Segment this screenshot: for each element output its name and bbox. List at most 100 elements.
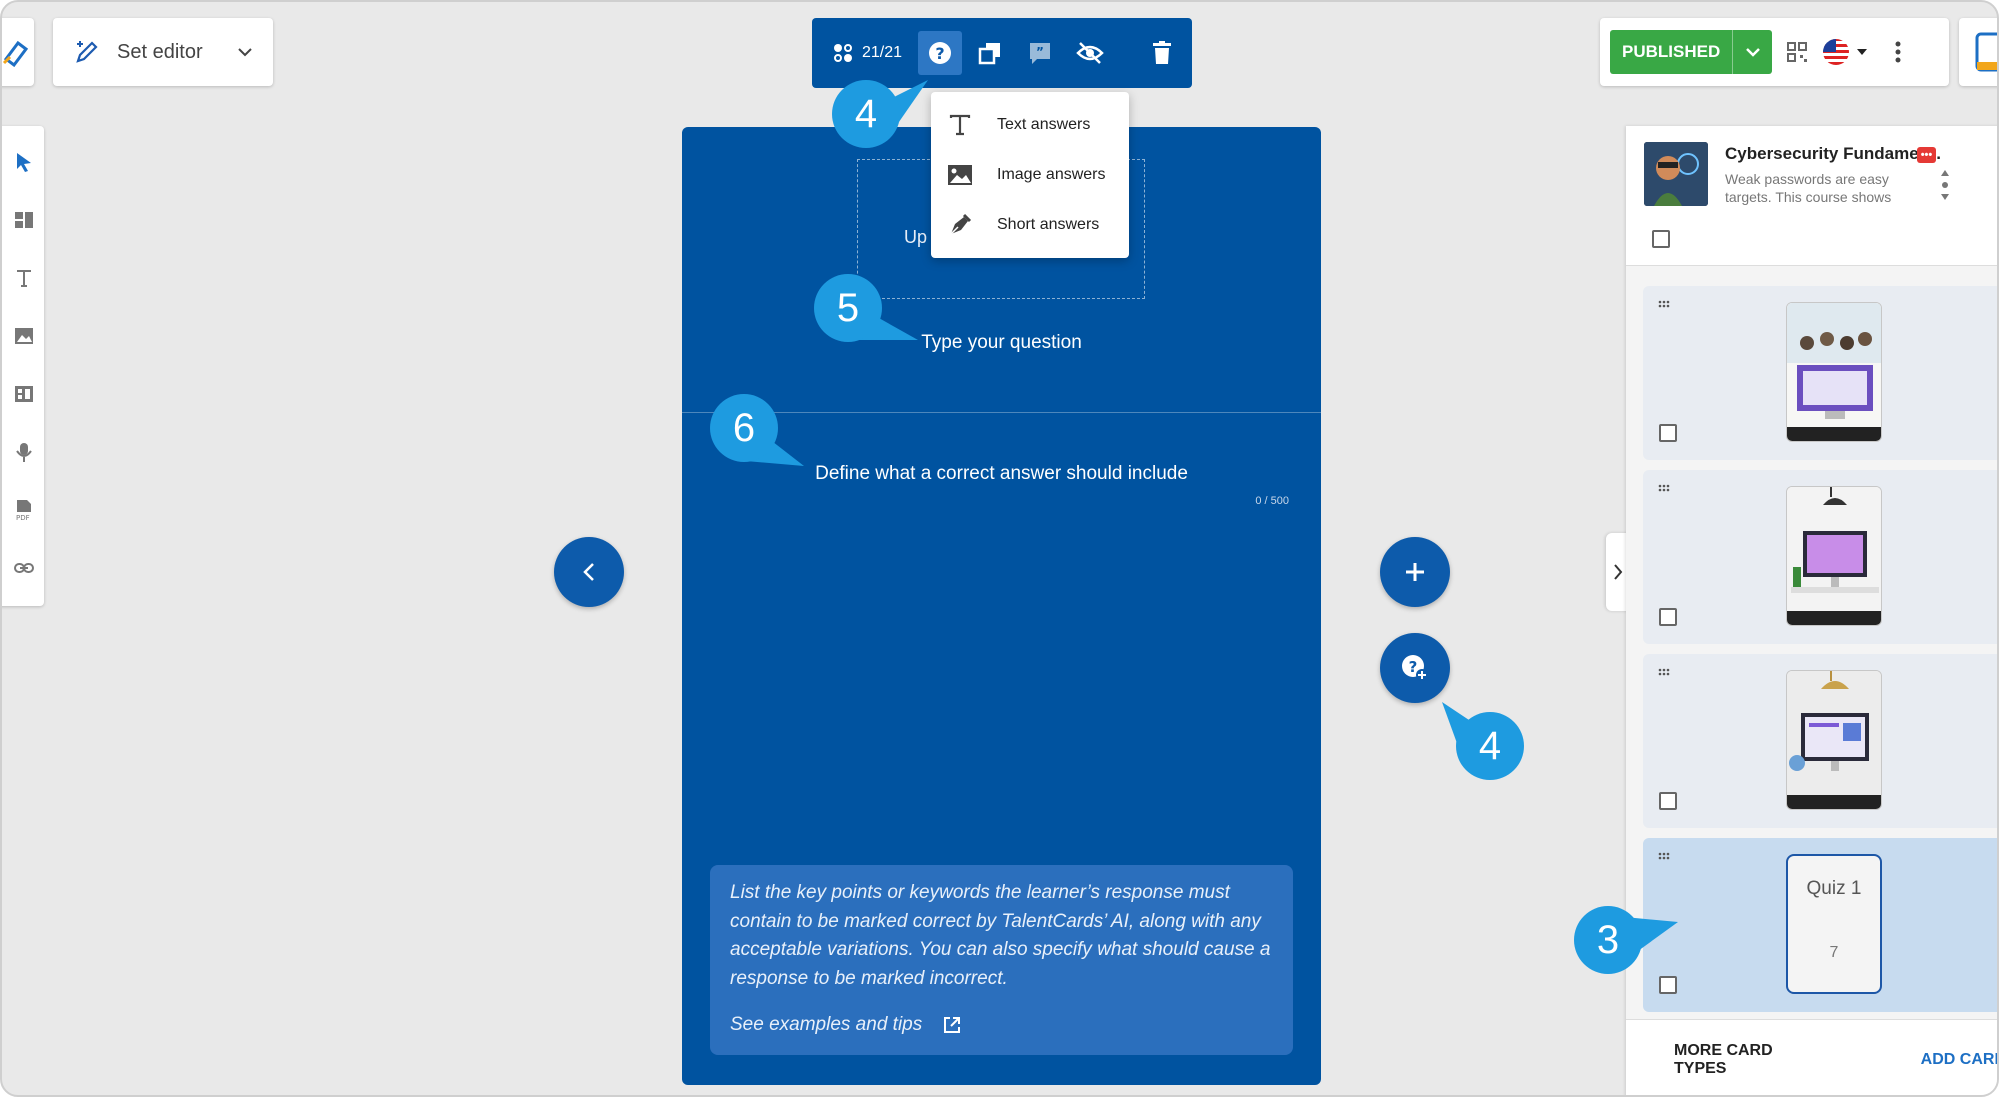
add-card-button[interactable] bbox=[1380, 537, 1450, 607]
device-preview-button[interactable] bbox=[1959, 18, 1997, 86]
svg-text:PDF: PDF bbox=[16, 514, 30, 522]
card-thumbnail bbox=[1786, 670, 1882, 810]
pen-nib-icon bbox=[950, 213, 972, 235]
svg-text:?: ? bbox=[1409, 658, 1418, 676]
upload-label: Up bbox=[904, 227, 928, 247]
drag-handle-icon[interactable] bbox=[1657, 668, 1673, 676]
pdf-tool[interactable]: PDF bbox=[12, 492, 36, 528]
callout-number: 6 bbox=[710, 394, 778, 462]
cursor-arrow-icon bbox=[17, 153, 31, 172]
menu-item-label: Text answers bbox=[997, 116, 1091, 133]
svg-text:”: ” bbox=[1036, 45, 1044, 59]
select-all-checkbox[interactable] bbox=[1652, 230, 1670, 248]
card-list-item[interactable]: 18 ⋮ bbox=[1643, 286, 1997, 460]
published-button[interactable]: PUBLISHED bbox=[1610, 30, 1773, 74]
published-dropdown[interactable] bbox=[1732, 30, 1772, 74]
link-tool[interactable] bbox=[12, 550, 36, 586]
external-link-icon bbox=[944, 1017, 961, 1034]
card-counter-text: 21/21 bbox=[862, 44, 903, 61]
plus-icon bbox=[1406, 563, 1424, 581]
image-tool[interactable] bbox=[12, 318, 36, 354]
chevron-right-icon bbox=[1614, 564, 1623, 580]
app-logo[interactable] bbox=[2, 18, 34, 86]
caret-down-icon bbox=[1857, 49, 1868, 55]
menu-item-label: Image answers bbox=[997, 166, 1106, 183]
language-selector[interactable] bbox=[1822, 38, 1868, 66]
add-card-footer-button[interactable]: ADD CARD bbox=[1921, 1051, 1997, 1069]
question-plus-icon: ? bbox=[1402, 655, 1428, 681]
svg-text:?: ? bbox=[935, 44, 944, 63]
set-editor-dropdown[interactable]: Set editor bbox=[53, 18, 273, 86]
hint-box: List the key points or keywords the lear… bbox=[710, 865, 1293, 1055]
trash-icon bbox=[1153, 41, 1172, 64]
app-frame: Set editor PDF 21/21 ? ” Up Type your qu… bbox=[0, 0, 1999, 1097]
quiz-question-count: 7 bbox=[1829, 944, 1839, 961]
select-tool[interactable] bbox=[12, 144, 36, 180]
logo-icon bbox=[2, 40, 28, 67]
card-list-item-selected[interactable]: Quiz 1 7 ? 21 ⋮ bbox=[1643, 838, 1997, 1012]
question-input[interactable]: Type your question bbox=[682, 332, 1321, 354]
cards-settings-icon bbox=[834, 44, 852, 62]
hint-text: List the key points or keywords the lear… bbox=[730, 882, 1271, 989]
desk-monitor-image bbox=[1787, 487, 1881, 625]
drag-handle-icon[interactable] bbox=[1657, 484, 1673, 492]
callout-number: 4 bbox=[832, 80, 900, 148]
text-tool[interactable] bbox=[12, 260, 36, 296]
layout-tool[interactable] bbox=[12, 202, 36, 238]
chevron-down-icon bbox=[1745, 48, 1760, 57]
menu-item-short-answers[interactable]: Short answers bbox=[931, 200, 1129, 250]
quote-bubble-icon: ” bbox=[1030, 43, 1051, 64]
add-quiz-button[interactable]: ? bbox=[1380, 633, 1450, 703]
more-card-types-button[interactable]: MORE CARD TYPES bbox=[1674, 1042, 1825, 1078]
menu-item-text-answers[interactable]: Text answers bbox=[931, 100, 1129, 150]
card-list-item[interactable]: 20 ⋮ bbox=[1643, 654, 1997, 828]
workspace-image bbox=[1787, 671, 1881, 809]
drag-vertical-icon[interactable] bbox=[1940, 168, 1950, 202]
callout-7: 6 bbox=[710, 394, 810, 479]
set-title[interactable]: Cybersecurity Fundame •••. bbox=[1725, 144, 1941, 164]
audio-tool[interactable] bbox=[12, 434, 36, 470]
card-checkbox[interactable] bbox=[1659, 792, 1677, 810]
menu-item-label: Short answers bbox=[997, 216, 1100, 233]
video-tool[interactable] bbox=[12, 376, 36, 412]
question-circle-icon: ? bbox=[929, 42, 952, 64]
classroom-image bbox=[1787, 303, 1881, 441]
card-checkbox[interactable] bbox=[1659, 424, 1677, 442]
tool-rail: PDF bbox=[2, 126, 44, 606]
drag-handle-icon[interactable] bbox=[1657, 300, 1673, 308]
qr-code-icon[interactable] bbox=[1786, 41, 1808, 63]
set-header: Cybersecurity Fundame •••. Weak passwords… bbox=[1626, 126, 1997, 266]
set-thumbnail bbox=[1644, 142, 1708, 206]
menu-item-image-answers[interactable]: Image answers bbox=[931, 150, 1129, 200]
more-vertical-icon[interactable] bbox=[1894, 40, 1902, 64]
layout-blocks-icon bbox=[15, 212, 33, 228]
previous-card-button[interactable] bbox=[554, 537, 624, 607]
edit-pencil-icon bbox=[76, 41, 98, 63]
set-description: Weak passwords are easy targets. This co… bbox=[1725, 171, 1892, 205]
callout-number: 5 bbox=[814, 274, 882, 342]
film-icon bbox=[15, 386, 33, 402]
text-t-icon bbox=[17, 270, 31, 287]
question-type-button[interactable]: ? bbox=[918, 31, 963, 75]
tablet-icon bbox=[1975, 32, 1997, 72]
delete-button[interactable] bbox=[1140, 31, 1184, 75]
hide-card-button[interactable] bbox=[1068, 31, 1112, 75]
chevron-down-icon bbox=[238, 48, 252, 57]
image-icon bbox=[15, 328, 33, 344]
callout-5: 4 bbox=[832, 78, 932, 163]
examples-link[interactable]: See examples and tips bbox=[730, 1011, 1273, 1040]
eye-off-icon bbox=[1076, 42, 1104, 64]
card-checkbox[interactable] bbox=[1659, 608, 1677, 626]
card-list-item[interactable]: 19 ⋮ bbox=[1643, 470, 1997, 644]
char-counter: 0 / 500 bbox=[1255, 495, 1289, 507]
published-label: PUBLISHED bbox=[1622, 42, 1721, 61]
set-editor-label: Set editor bbox=[117, 40, 203, 63]
card-counter[interactable]: 21/21 bbox=[822, 42, 912, 64]
quiz-thumbnail: Quiz 1 7 bbox=[1786, 854, 1882, 994]
feedback-button[interactable]: ” bbox=[1018, 31, 1062, 75]
callout-4: 4 bbox=[1436, 698, 1526, 793]
drag-handle-icon[interactable] bbox=[1657, 852, 1673, 860]
duplicate-button[interactable] bbox=[968, 31, 1012, 75]
panel-footer: MORE CARD TYPES ADD CARD bbox=[1626, 1019, 1997, 1095]
card-thumbnail bbox=[1786, 486, 1882, 626]
